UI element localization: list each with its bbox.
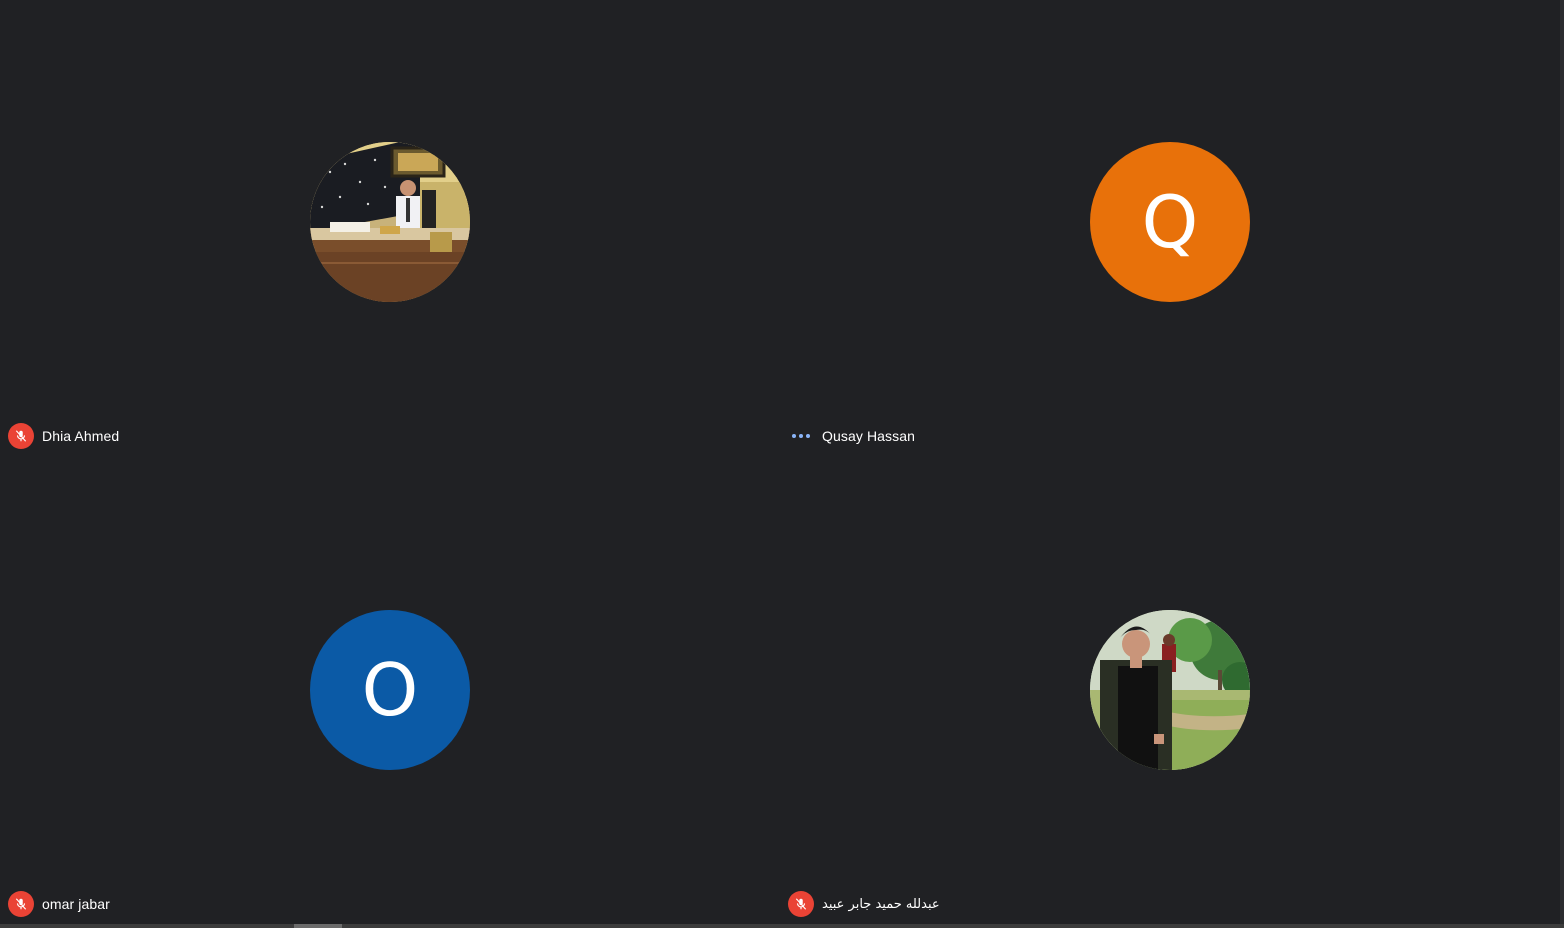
mic-off-icon xyxy=(8,423,34,449)
vertical-scrollbar[interactable] xyxy=(1560,0,1564,928)
meeting-grid: Dhia Ahmed Q Qusay Hassan O omar jabar ع… xyxy=(0,0,1564,928)
participant-tile[interactable]: Q Qusay Hassan xyxy=(780,0,1560,464)
avatar-initial: Q xyxy=(1141,180,1199,264)
participant-tile[interactable]: O omar jabar xyxy=(0,464,780,928)
participant-tile[interactable]: Dhia Ahmed xyxy=(0,0,780,464)
mic-off-icon xyxy=(8,891,34,917)
participant-tile[interactable]: عبدلله حميد جابر عبيد xyxy=(780,464,1560,928)
speaking-dots-icon xyxy=(788,423,814,449)
participant-name-row: عبدلله حميد جابر عبيد xyxy=(788,890,940,918)
participant-name: Dhia Ahmed xyxy=(42,428,120,444)
participant-avatar-photo xyxy=(310,142,470,302)
outdoor-photo-icon xyxy=(1090,610,1250,770)
participant-name-row: Qusay Hassan xyxy=(788,422,915,450)
participant-name: omar jabar xyxy=(42,896,110,912)
participant-avatar-initial: Q xyxy=(1090,142,1250,302)
participant-avatar-initial: O xyxy=(310,610,470,770)
mic-off-icon xyxy=(788,891,814,917)
horizontal-scrollbar-thumb[interactable] xyxy=(294,924,342,928)
participant-name-row: omar jabar xyxy=(8,890,110,918)
participant-avatar-photo xyxy=(1090,610,1250,770)
participant-name: عبدلله حميد جابر عبيد xyxy=(822,896,940,912)
participant-name-row: Dhia Ahmed xyxy=(8,422,119,450)
horizontal-scrollbar-track[interactable] xyxy=(0,924,1564,928)
avatar-initial: O xyxy=(361,648,419,732)
office-photo-icon xyxy=(310,142,470,302)
participant-name: Qusay Hassan xyxy=(822,428,916,444)
